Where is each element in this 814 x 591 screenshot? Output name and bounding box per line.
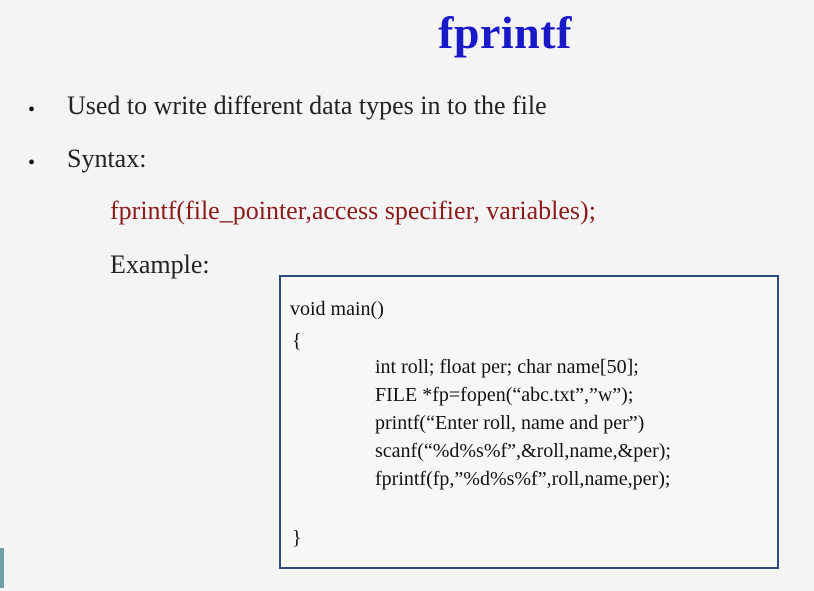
window-edge-decoration bbox=[0, 548, 4, 588]
code-line: scanf(“%d%s%f”,&roll,name,&per); bbox=[375, 440, 671, 462]
code-close-brace: } bbox=[292, 527, 302, 549]
code-line: FILE *fp=fopen(“abc.txt”,”w”); bbox=[375, 384, 634, 406]
bullet-text-2: Syntax: bbox=[67, 144, 147, 173]
syntax-line: fprintf(file_pointer,access specifier, v… bbox=[110, 196, 596, 225]
code-line: int roll; float per; char name[50]; bbox=[375, 356, 639, 378]
bullet-text-1: Used to write different data types in to… bbox=[67, 91, 547, 120]
bullet-dot-icon: • bbox=[28, 152, 36, 174]
code-header: void main() bbox=[290, 298, 384, 320]
code-line: fprintf(fp,”%d%s%f”,roll,name,per); bbox=[375, 468, 671, 490]
code-box: void main() { int roll; float per; char … bbox=[279, 275, 779, 569]
example-label: Example: bbox=[110, 250, 210, 279]
code-open-brace: { bbox=[292, 330, 302, 352]
bullet-dot-icon: • bbox=[28, 99, 36, 121]
code-line: printf(“Enter roll, name and per”) bbox=[375, 412, 645, 434]
slide-title: fprintf bbox=[438, 7, 572, 58]
